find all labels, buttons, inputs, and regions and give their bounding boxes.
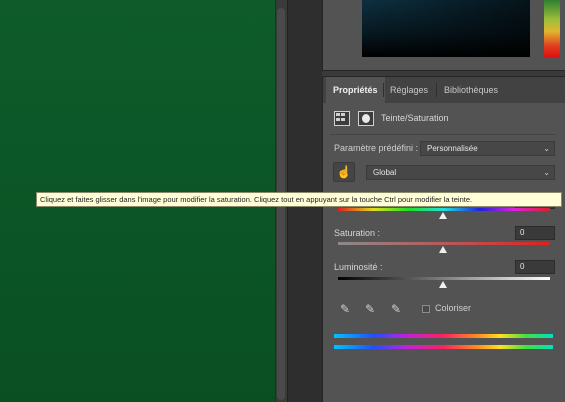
lightness-slider-track[interactable]	[338, 277, 550, 280]
hue-slider-track[interactable]	[338, 208, 550, 211]
eyedropper-minus-icon[interactable]: ✎	[389, 302, 403, 316]
chevron-down-icon: ⌄	[543, 168, 550, 177]
photoshop-window: Propriétés Réglages Bibliothèques Teinte…	[0, 0, 565, 402]
saturation-value-field[interactable]: 0	[515, 226, 555, 240]
panel-divider[interactable]	[322, 70, 565, 77]
targeted-adjustment-hand-icon[interactable]: ☝	[333, 162, 355, 182]
hue-saturation-adjustment-icon[interactable]	[334, 111, 350, 126]
channel-dropdown[interactable]: Global ⌄	[366, 165, 555, 180]
lightness-slider-thumb[interactable]	[439, 281, 447, 288]
section-divider	[330, 134, 556, 135]
colorize-checkbox[interactable]	[422, 305, 430, 313]
preset-dropdown[interactable]: Personnalisée ⌄	[420, 141, 555, 156]
properties-tabbar: Propriétés Réglages Bibliothèques	[323, 77, 565, 103]
preset-value: Personnalisée	[427, 144, 478, 153]
layer-mask-icon[interactable]	[358, 111, 374, 126]
tab-properties[interactable]: Propriétés	[326, 77, 385, 103]
lightness-value-field[interactable]: 0	[515, 260, 555, 274]
output-color-bar	[334, 345, 553, 349]
chevron-down-icon: ⌄	[543, 144, 550, 153]
preset-label: Paramètre prédéfini :	[334, 143, 419, 153]
colorize-label: Coloriser	[435, 303, 472, 313]
channel-value: Global	[373, 168, 397, 177]
eyedropper-plus-icon[interactable]: ✎	[363, 302, 377, 316]
tab-adjustments[interactable]: Réglages	[383, 77, 435, 103]
tab-libraries[interactable]: Bibliothèques	[437, 77, 505, 103]
color-picker-field[interactable]	[362, 0, 530, 57]
lightness-label: Luminosité :	[334, 262, 383, 272]
eyedropper-icon[interactable]: ✎	[338, 302, 352, 316]
color-spectrum-strip[interactable]	[544, 0, 560, 57]
adjustment-layer-name: Teinte/Saturation	[381, 113, 449, 123]
tooltip: Cliquez et faites glisser dans l'image p…	[36, 192, 562, 207]
hue-slider-thumb[interactable]	[439, 212, 447, 219]
saturation-slider-thumb[interactable]	[439, 246, 447, 253]
input-color-bar	[334, 334, 553, 338]
saturation-label: Saturation :	[334, 228, 381, 238]
saturation-slider-track[interactable]	[338, 242, 550, 245]
